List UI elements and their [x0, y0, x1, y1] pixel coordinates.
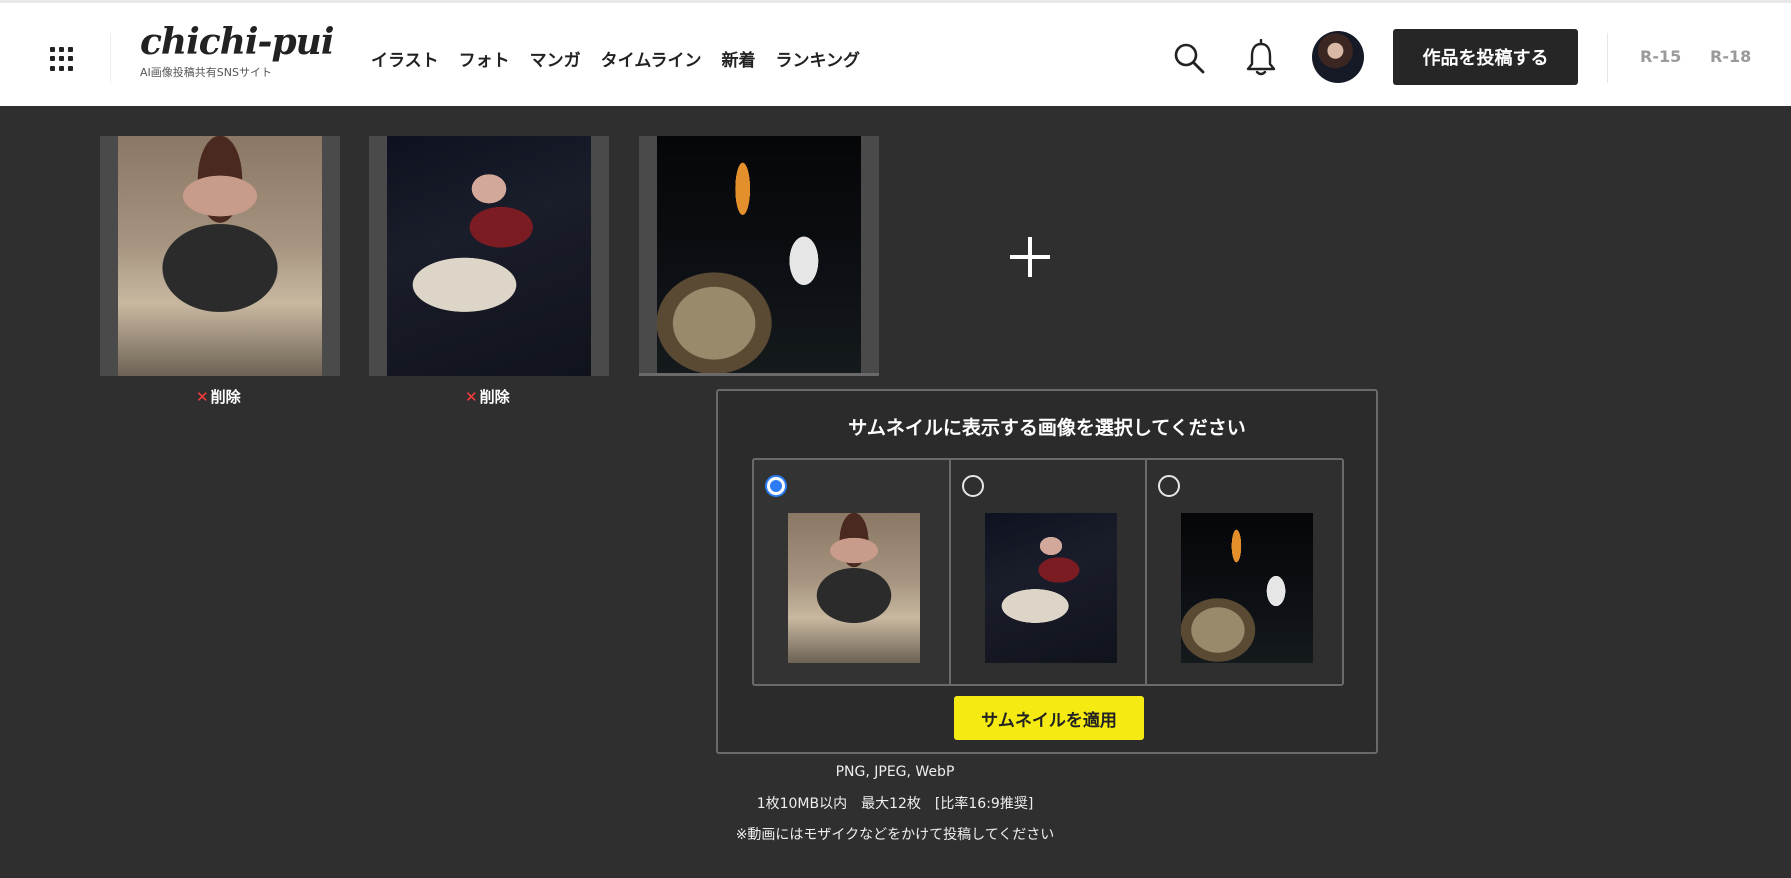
- uploaded-image-2[interactable]: [369, 136, 609, 376]
- post-work-button[interactable]: 作品を投稿する: [1393, 29, 1578, 85]
- nav-illust[interactable]: イラスト: [371, 46, 439, 71]
- radio-button-selected[interactable]: [765, 475, 787, 497]
- bell-icon[interactable]: [1244, 38, 1278, 77]
- close-x-icon: ✕: [465, 388, 478, 406]
- thumbnail-option-2[interactable]: [948, 460, 1146, 684]
- uploaded-image-1[interactable]: [100, 136, 340, 376]
- nav-new[interactable]: 新着: [721, 46, 755, 71]
- video-mosaic-note: ※動画にはモザイクなどをかけて投稿してください: [735, 827, 1055, 843]
- nav-manga[interactable]: マンガ: [530, 46, 581, 71]
- remove-image-1-link[interactable]: ✕ 削除: [196, 386, 241, 407]
- logo-wordmark: chichi-pui: [140, 21, 335, 63]
- radio-button[interactable]: [961, 475, 984, 497]
- thumbnail-options: [752, 458, 1344, 686]
- remove-label: 削除: [210, 388, 241, 406]
- uploaded-image-3[interactable]: [639, 136, 879, 376]
- site-logo[interactable]: chichi-pui AI画像投稿共有SNSサイト: [140, 21, 340, 91]
- close-x-icon: ✕: [196, 388, 209, 406]
- thumbnail-select-dialog: サムネイルに表示する画像を選択してください サムネイルを適用: [716, 389, 1378, 754]
- remove-image-2-link[interactable]: ✕ 削除: [465, 386, 510, 407]
- upload-limits-text: 1枚10MB以内 最大12枚 [比率16:9推奨]: [756, 796, 1034, 812]
- radio-button[interactable]: [1158, 475, 1181, 497]
- apply-thumbnail-button[interactable]: サムネイルを適用: [954, 696, 1144, 740]
- apps-grid-icon[interactable]: [50, 47, 74, 71]
- user-avatar[interactable]: [1312, 31, 1364, 83]
- nav-ranking[interactable]: ランキング: [775, 46, 860, 71]
- nav-photo[interactable]: フォト: [459, 46, 510, 71]
- rating-r15-toggle[interactable]: R-15: [1640, 47, 1681, 66]
- dialog-title: サムネイルに表示する画像を選択してください: [848, 417, 1246, 439]
- plus-icon[interactable]: [1008, 235, 1052, 279]
- main-nav: イラスト フォト マンガ タイムライン 新着 ランキング: [371, 43, 860, 73]
- thumbnail-preview: [788, 513, 920, 663]
- header-divider: [110, 33, 111, 83]
- logo-tagline: AI画像投稿共有SNSサイト: [140, 66, 272, 79]
- thumbnail-option-1[interactable]: [754, 460, 949, 684]
- uploaded-image-preview: [387, 136, 591, 376]
- rating-r18-toggle[interactable]: R-18: [1710, 47, 1751, 66]
- thumbnail-option-3[interactable]: [1145, 460, 1343, 684]
- thumbnail-preview: [1181, 513, 1314, 663]
- site-header: chichi-pui AI画像投稿共有SNSサイト イラスト フォト マンガ タ…: [0, 0, 1791, 106]
- search-icon[interactable]: [1172, 41, 1206, 75]
- header-divider: [1607, 33, 1608, 83]
- remove-label: 削除: [479, 388, 510, 406]
- supported-formats-text: PNG, JPEG, WebP: [835, 764, 955, 780]
- uploaded-image-preview: [118, 136, 322, 376]
- uploaded-image-preview: [657, 136, 861, 373]
- nav-timeline[interactable]: タイムライン: [601, 46, 702, 71]
- thumbnail-preview: [984, 513, 1117, 663]
